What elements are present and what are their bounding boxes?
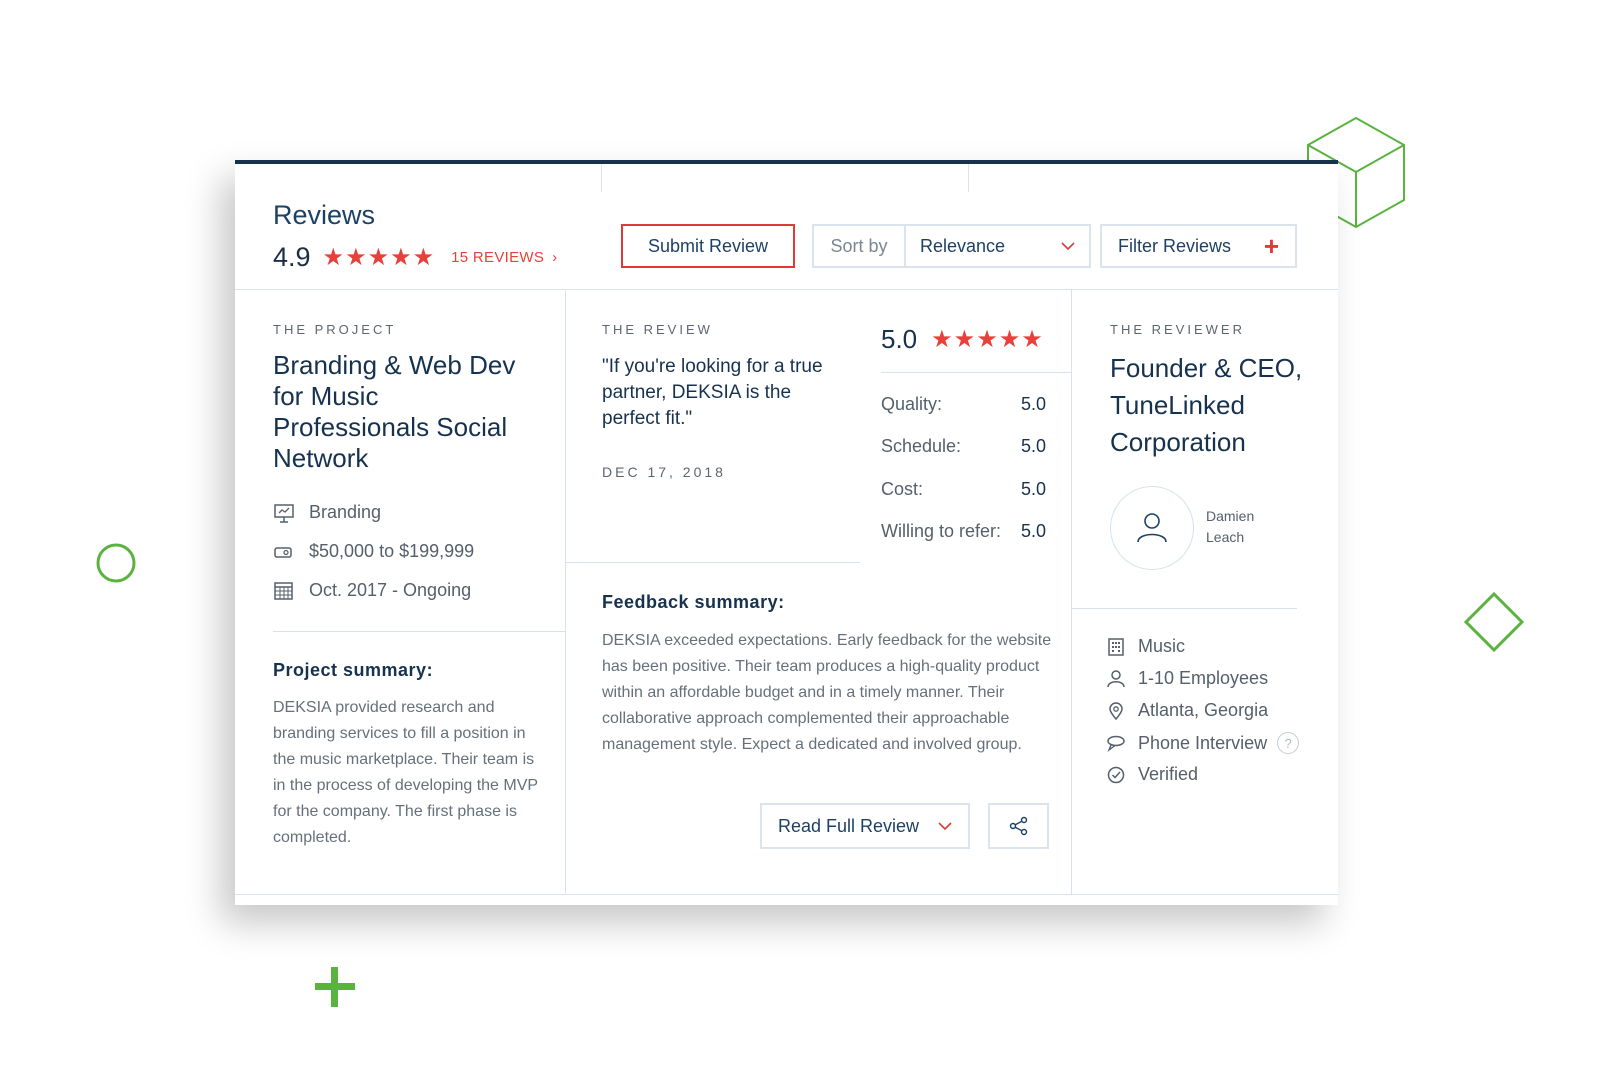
avatar (1110, 486, 1194, 570)
reviews-count-label: 15 REVIEWS (451, 249, 545, 266)
project-timeline-text: Oct. 2017 - Ongoing (309, 580, 472, 600)
plus-decoration (315, 967, 355, 1007)
location-pin-icon (1109, 701, 1123, 720)
reviewer-title: Founder & CEO, TuneLinked Corporation (1110, 353, 1303, 457)
reviewer-interview-type-text: Phone Interview (1138, 732, 1268, 753)
star-rating-icon: ★★★★★ (931, 326, 1044, 353)
project-budget: $50,000 to $199,999 (273, 541, 474, 562)
reviewer-company-size: 1-10 Employees (1106, 668, 1268, 689)
read-full-review-button[interactable]: Read Full Review (760, 803, 970, 849)
criteria-label: Quality: (881, 394, 943, 414)
review-column: THE REVIEW "If you're looking for a true… (566, 290, 1072, 895)
reviewer-location: Atlanta, Georgia (1106, 700, 1268, 721)
circle-decoration (96, 543, 136, 583)
review-date: DEC 17, 2018 (602, 464, 726, 480)
divider (273, 631, 565, 632)
person-icon (1107, 669, 1125, 687)
help-icon[interactable]: ? (1277, 732, 1300, 754)
criteria-schedule: Schedule: 5.0 (881, 436, 1046, 457)
reviewer-location-text: Atlanta, Georgia (1138, 700, 1269, 720)
project-column: THE PROJECT Branding & Web Dev for Music… (235, 290, 566, 895)
review-quote: "If you're looking for a true partner, D… (602, 356, 823, 429)
price-tag-icon (274, 546, 292, 558)
reviewer-eyebrow: THE REVIEWER (1110, 322, 1245, 337)
divider (1072, 608, 1297, 609)
review-eyebrow: THE REVIEW (602, 322, 713, 337)
sort-by-label: Sort by (814, 226, 906, 266)
reviews-count-link[interactable]: 15 REVIEWS › (451, 249, 557, 266)
review-score-value: 5.0 (881, 324, 918, 354)
chat-bubble-icon (1107, 735, 1125, 753)
sort-dropdown[interactable]: Sort by Relevance (812, 224, 1091, 268)
reviewer-company-size-text: 1-10 Employees (1138, 668, 1269, 688)
project-summary-text: DEKSIA provided research and branding se… (273, 699, 538, 846)
project-timeline: Oct. 2017 - Ongoing (273, 580, 471, 601)
criteria-value: 5.0 (1020, 479, 1046, 499)
chevron-right-icon: › (552, 249, 558, 266)
diamond-decoration (1463, 591, 1525, 653)
project-title: Branding & Web Dev for Music Professiona… (273, 350, 516, 473)
project-summary-heading: Project summary: (273, 660, 434, 680)
criteria-willing-to-refer: Willing to refer: 5.0 (881, 521, 1046, 542)
divider (881, 372, 1071, 373)
rating-value: 4.9 (273, 242, 311, 272)
criteria-label: Schedule: (881, 436, 962, 456)
check-circle-icon (1107, 766, 1125, 783)
user-avatar-icon (1137, 513, 1167, 543)
read-full-review-label: Read Full Review (778, 815, 920, 836)
filter-reviews-button[interactable]: Filter Reviews + (1100, 224, 1297, 268)
share-icon (1009, 816, 1027, 836)
reviewer-interview-type: Phone Interview ? (1106, 732, 1300, 754)
project-service-text: Branding (309, 502, 382, 522)
divider (566, 562, 860, 563)
project-budget-text: $50,000 to $199,999 (309, 541, 475, 561)
criteria-value: 5.0 (1020, 521, 1046, 541)
reviewer-verified-text: Verified (1138, 764, 1199, 784)
calendar-icon (274, 581, 293, 600)
submit-review-button[interactable]: Submit Review (621, 224, 795, 268)
criteria-value: 5.0 (1020, 436, 1046, 456)
chevron-down-icon (938, 821, 952, 830)
reviews-header: Reviews 4.9 ★★★★★ 15 REVIEWS › Submit Rev… (235, 164, 1338, 290)
criteria-cost: Cost: 5.0 (881, 479, 1046, 500)
reviewer-industry-text: Music (1138, 636, 1186, 656)
filter-reviews-label: Filter Reviews (1118, 235, 1232, 256)
reviewer-name: Damien Leach (1206, 508, 1255, 545)
criteria-label: Willing to refer: (881, 521, 1002, 541)
feedback-summary-text: DEKSIA exceeded expectations. Early feed… (602, 632, 1052, 753)
reviewer-verified: Verified (1106, 764, 1198, 785)
criteria-quality: Quality: 5.0 (881, 394, 1046, 415)
overall-rating: 4.9 ★★★★★ 15 REVIEWS › (273, 242, 557, 273)
criteria-value: 5.0 (1020, 394, 1046, 414)
feedback-summary-heading: Feedback summary: (602, 592, 785, 612)
presentation-icon (274, 503, 294, 523)
project-eyebrow: THE PROJECT (273, 322, 397, 337)
star-rating-icon: ★★★★★ (322, 244, 436, 271)
submit-review-label: Submit Review (647, 235, 769, 256)
criteria-label: Cost: (881, 479, 924, 499)
review-card: Reviews 4.9 ★★★★★ 15 REVIEWS › Submit Rev… (235, 160, 1338, 905)
reviewer-column: THE REVIEWER Founder & CEO, TuneLinked C… (1072, 290, 1338, 895)
plus-icon: + (1263, 230, 1279, 261)
review-score: 5.0 ★★★★★ (881, 324, 1044, 355)
building-icon (1108, 637, 1124, 656)
page-title: Reviews (273, 200, 376, 230)
sort-value: Relevance (920, 235, 1006, 256)
share-button[interactable] (988, 803, 1049, 849)
project-service: Branding (273, 502, 381, 523)
reviewer-industry: Music (1106, 636, 1185, 657)
chevron-down-icon (1061, 241, 1075, 250)
divider (235, 894, 1338, 895)
